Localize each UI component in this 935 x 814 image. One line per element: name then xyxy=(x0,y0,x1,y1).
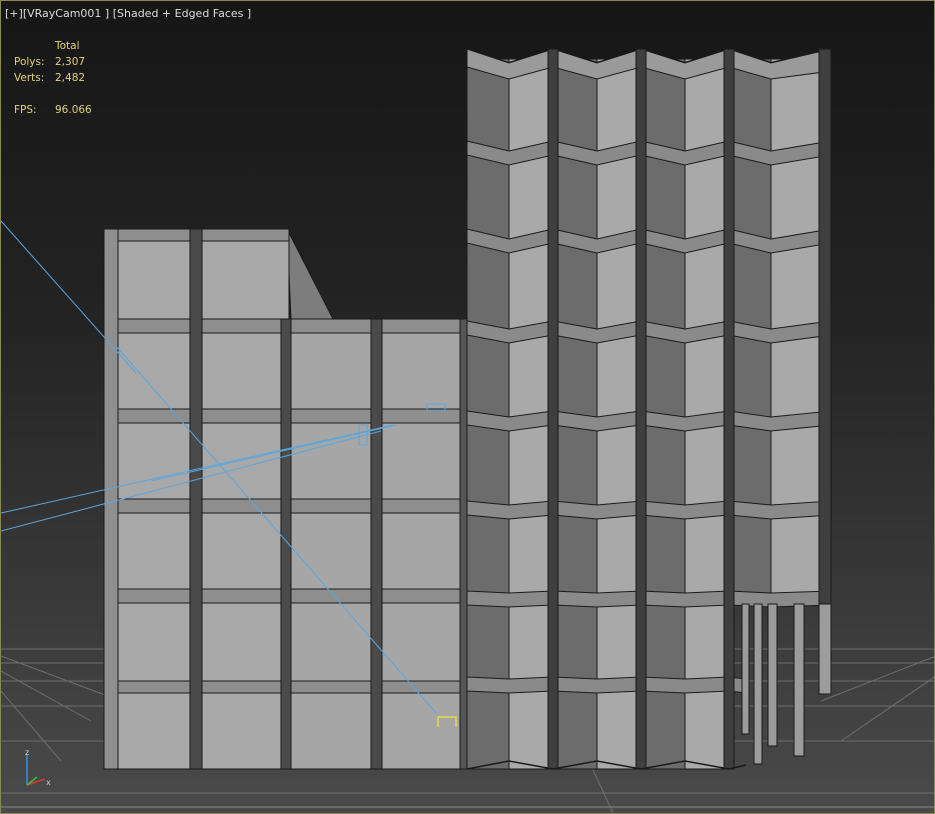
viewport[interactable]: [+][VRayCam001 ] [Shaded + Edged Faces ]… xyxy=(0,0,935,814)
roof-slope-face xyxy=(286,228,334,320)
fps-value: 96.066 xyxy=(55,104,92,116)
scene-canvas[interactable] xyxy=(1,1,935,814)
verts-value: 2,482 xyxy=(55,72,86,84)
axis-x-label: x xyxy=(46,778,51,787)
axis-z-label: z xyxy=(25,748,29,757)
tower[interactable] xyxy=(466,47,832,770)
camera-label[interactable]: [VRayCam001 ] xyxy=(23,7,109,20)
pilotis xyxy=(741,603,832,765)
left-building[interactable] xyxy=(103,228,469,770)
polys-label: Polys: xyxy=(14,56,45,68)
stats-header: Total xyxy=(55,40,80,52)
viewport-menu-plus[interactable]: [+] xyxy=(5,7,23,20)
fps-label: FPS: xyxy=(14,104,37,116)
polys-value: 2,307 xyxy=(55,56,86,68)
verts-label: Verts: xyxy=(14,72,45,84)
axis-tripod-icon: z x xyxy=(25,748,51,787)
statistics-overlay: Total Polys: 2,307 Verts: 2,482 FPS: 96.066 xyxy=(14,38,92,118)
viewport-label: [+][VRayCam001 ] [Shaded + Edged Faces ] xyxy=(5,7,251,20)
shading-mode-label[interactable]: [Shaded + Edged Faces ] xyxy=(113,7,251,20)
